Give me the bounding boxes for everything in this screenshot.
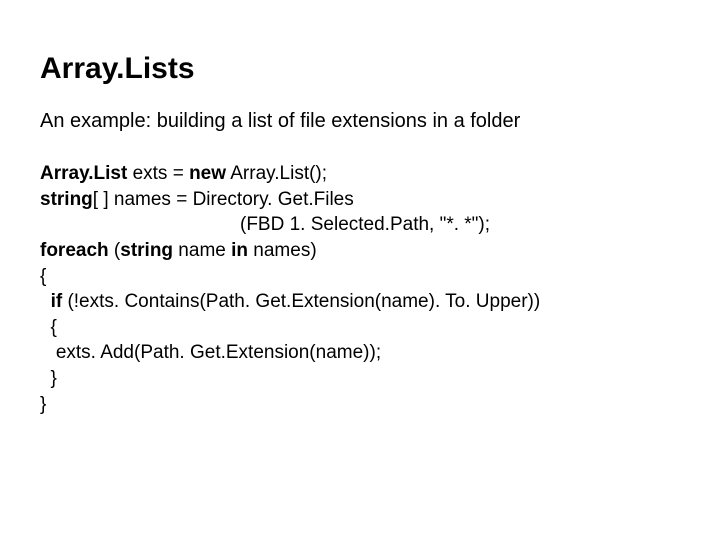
code-kw-if: if: [51, 291, 63, 312]
code-text: Array.List();: [226, 163, 327, 184]
code-kw-string-loop: string: [120, 240, 173, 261]
code-text: (!exts. Contains(Path. Get.Extension(nam…: [62, 291, 540, 312]
slide-title: Array.Lists: [40, 52, 680, 85]
code-kw-new: new: [189, 163, 226, 184]
code-text: exts. Add(Path. Get.Extension(name));: [40, 342, 381, 363]
code-kw-string: string: [40, 189, 93, 210]
code-text: [40, 291, 51, 312]
code-brace-open: {: [40, 266, 46, 287]
code-brace-open-inner: {: [40, 317, 57, 338]
code-text: (: [109, 240, 121, 261]
code-kw-in: in: [231, 240, 248, 261]
code-text: names): [248, 240, 317, 261]
code-text: exts =: [127, 163, 189, 184]
code-text-indented: (FBD 1. Selected.Path, "*. *");: [40, 212, 490, 238]
slide-subtitle: An example: building a list of file exte…: [40, 109, 680, 133]
code-text: [ ] names = Directory. Get.Files: [93, 189, 354, 210]
slide: Array.Lists An example: building a list …: [0, 0, 720, 540]
code-kw-arraylist-decl: Array.List: [40, 163, 127, 184]
code-kw-foreach: foreach: [40, 240, 109, 261]
code-text: name: [173, 240, 231, 261]
code-block: Array.List exts = new Array.List(); stri…: [40, 161, 680, 417]
code-brace-close: }: [40, 394, 46, 415]
code-brace-close-inner: }: [40, 368, 57, 389]
